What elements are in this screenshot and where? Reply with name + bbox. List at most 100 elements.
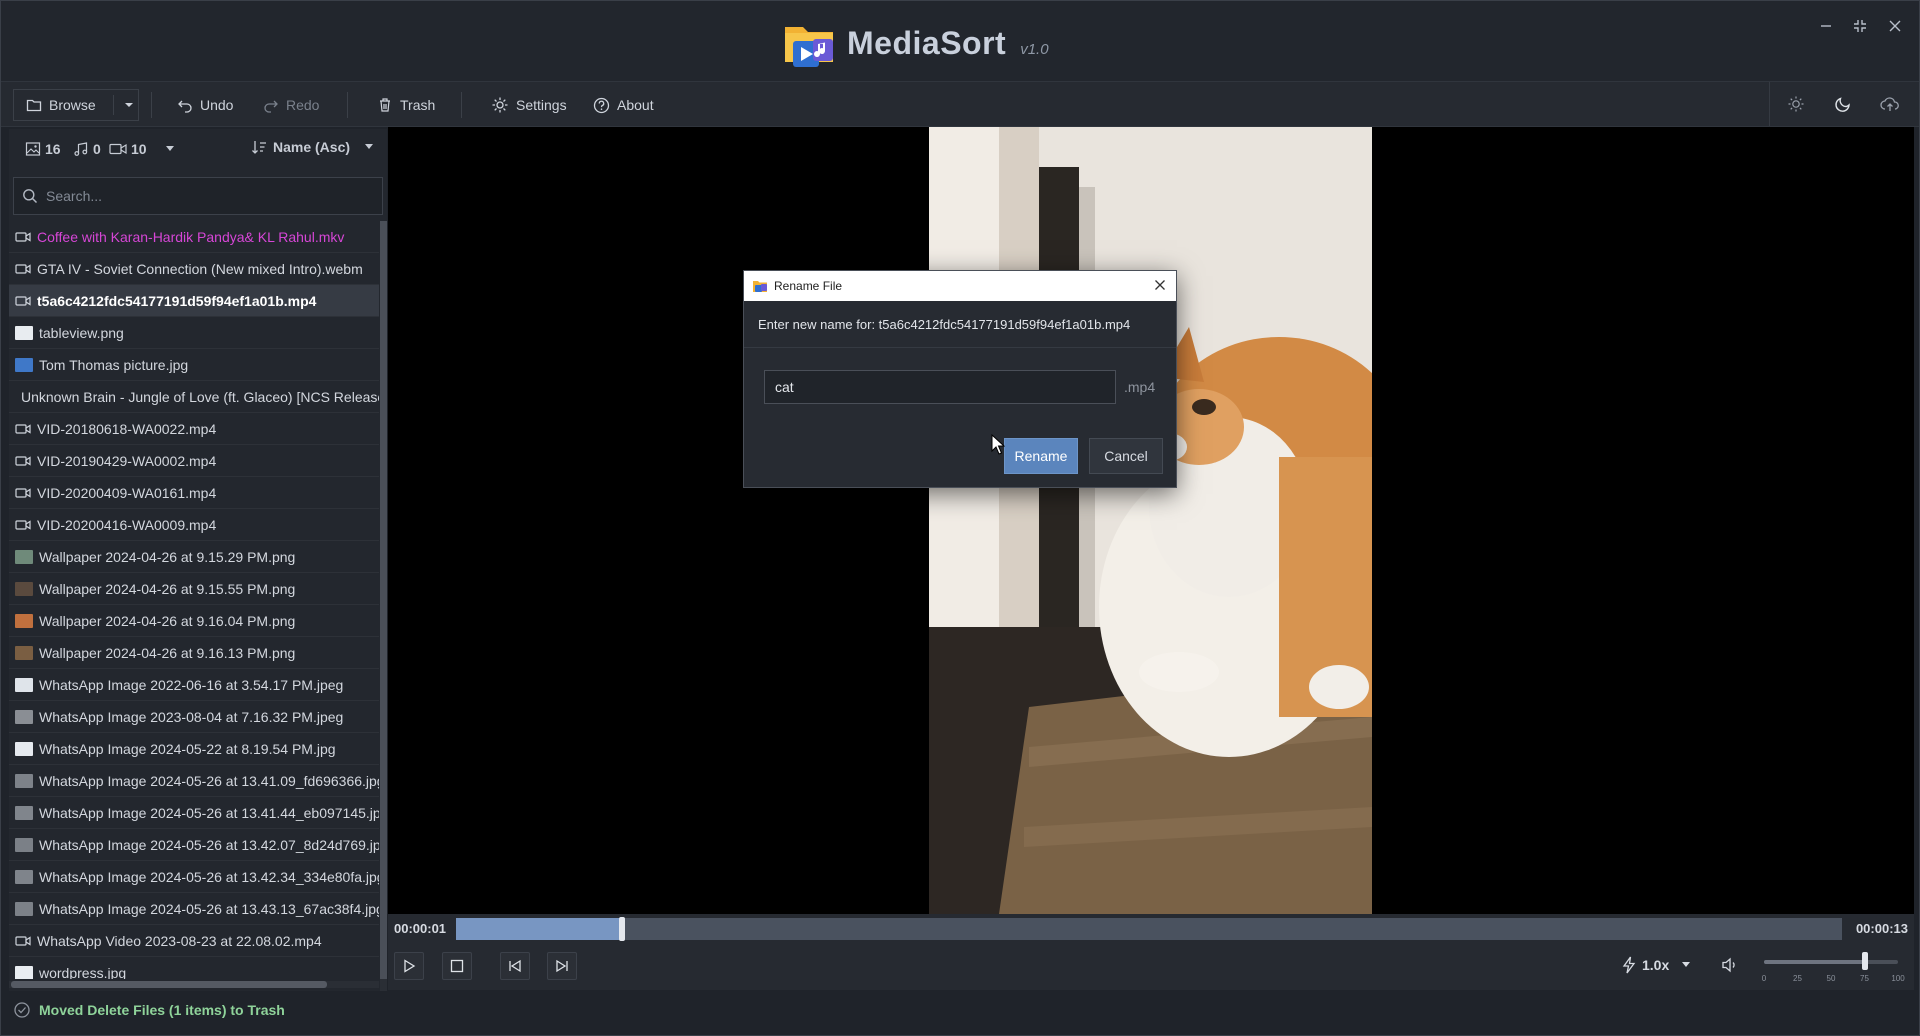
title-bar: MediaSort v1.0 [1, 1, 1919, 81]
file-list-item[interactable]: Tom Thomas picture.jpg [9, 349, 379, 381]
file-list-item[interactable]: wordpress.jpg [9, 957, 379, 979]
scrollbar-thumb[interactable] [380, 221, 387, 979]
skip-back-icon [509, 959, 521, 973]
file-list-item[interactable]: WhatsApp Image 2024-05-26 at 13.42.07_8d… [9, 829, 379, 861]
split-divider [112, 95, 114, 115]
sun-icon [1788, 96, 1804, 112]
previous-button[interactable] [500, 952, 530, 980]
undo-icon [178, 100, 192, 113]
file-list-item[interactable]: VID-20200416-WA0009.mp4 [9, 509, 379, 541]
file-list-item[interactable]: WhatsApp Image 2024-05-22 at 8.19.54 PM.… [9, 733, 379, 765]
toolbar-divider [347, 92, 348, 118]
total-time: 00:00:13 [1855, 921, 1908, 936]
chevron-down-icon[interactable] [165, 145, 175, 153]
file-list-item[interactable]: Wallpaper 2024-04-26 at 9.16.13 PM.png [9, 637, 379, 669]
stop-button[interactable] [442, 952, 472, 980]
file-name: Tom Thomas picture.jpg [39, 356, 189, 373]
file-list-item[interactable]: WhatsApp Image 2022-06-16 at 3.54.17 PM.… [9, 669, 379, 701]
file-name: wordpress.jpg [39, 964, 127, 980]
undo-button[interactable]: Undo [177, 90, 233, 120]
file-list-item[interactable]: WhatsApp Image 2024-05-26 at 13.41.44_eb… [9, 797, 379, 829]
sort-dropdown[interactable]: Name (Asc) [251, 139, 374, 155]
file-name: WhatsApp Image 2022-06-16 at 3.54.17 PM.… [39, 676, 344, 693]
file-name: Wallpaper 2024-04-26 at 9.15.55 PM.png [39, 580, 296, 597]
new-name-input[interactable] [764, 370, 1116, 404]
file-list-item[interactable]: WhatsApp Image 2024-05-26 at 13.43.13_67… [9, 893, 379, 925]
volume-slider[interactable]: 0 25 50 75 100 [1761, 950, 1905, 984]
play-button[interactable] [394, 952, 424, 980]
video-camera-icon [109, 143, 127, 155]
video-player[interactable] [388, 127, 1914, 914]
file-list-item[interactable]: VID-20200409-WA0161.mp4 [9, 477, 379, 509]
file-list-item[interactable]: WhatsApp Image 2024-05-26 at 13.41.09_fd… [9, 765, 379, 797]
scrollbar-thumb[interactable] [11, 981, 327, 988]
file-list-item[interactable]: Coffee with Karan-Hardik Pandya& KL Rahu… [9, 221, 379, 253]
volume-tick-label: 0 [1761, 974, 1767, 983]
file-list-item[interactable]: Wallpaper 2024-04-26 at 9.16.04 PM.png [9, 605, 379, 637]
file-name: t5a6c4212fdc54177191d59f94ef1a01b.mp4 [37, 292, 317, 309]
file-extension: .mp4 [1124, 379, 1156, 395]
file-list-item[interactable]: VID-20190429-WA0002.mp4 [9, 445, 379, 477]
file-list-item[interactable]: Wallpaper 2024-04-26 at 9.15.55 PM.png [9, 573, 379, 605]
chevron-down-icon[interactable] [123, 99, 135, 111]
file-list-item[interactable]: WhatsApp Video 2023-08-23 at 22.08.02.mp… [9, 925, 379, 957]
file-list-vertical-scrollbar[interactable] [380, 221, 387, 991]
image-thumbnail [15, 773, 33, 788]
file-list-item[interactable]: GTA IV - Soviet Connection (New mixed In… [9, 253, 379, 285]
app-name: MediaSort [847, 24, 1007, 61]
file-name: VID-20180618-WA0022.mp4 [37, 420, 217, 437]
mouse-cursor-icon [991, 433, 1006, 461]
chevron-down-icon [1682, 962, 1691, 967]
file-list-item[interactable]: WhatsApp Image 2023-08-04 at 7.16.32 PM.… [9, 701, 379, 733]
browse-button[interactable]: Browse [13, 89, 139, 121]
file-name: tableview.png [39, 324, 124, 341]
video-file-icon [15, 423, 31, 434]
file-name: VID-20190429-WA0002.mp4 [37, 452, 217, 469]
file-list-item[interactable]: Wallpaper 2024-04-26 at 9.15.29 PM.png [9, 541, 379, 573]
image-filter[interactable]: 16 [25, 141, 61, 157]
file-name: Wallpaper 2024-04-26 at 9.16.04 PM.png [39, 612, 296, 629]
about-button[interactable]: About [593, 90, 654, 120]
restore-button[interactable] [1849, 15, 1871, 37]
image-count: 16 [45, 141, 61, 157]
search-input[interactable] [46, 188, 366, 204]
video-filter[interactable]: 10 [109, 141, 147, 157]
audio-filter[interactable]: 0 [73, 141, 101, 157]
audio-count: 0 [93, 141, 101, 157]
seek-slider[interactable] [456, 917, 1842, 941]
redo-button[interactable]: Redo [263, 90, 319, 120]
dialog-close-button[interactable] [1152, 277, 1168, 293]
file-list-item[interactable]: Unknown Brain - Jungle of Love (ft. Glac… [9, 381, 379, 413]
file-list-item[interactable]: t5a6c4212fdc54177191d59f94ef1a01b.mp4 [9, 285, 379, 317]
cancel-button[interactable]: Cancel [1089, 438, 1163, 474]
rename-prompt: Enter new name for: t5a6c4212fdc54177191… [758, 317, 1131, 332]
file-name: Wallpaper 2024-04-26 at 9.15.29 PM.png [39, 548, 296, 565]
mute-button[interactable] [1721, 956, 1739, 979]
minimize-button[interactable] [1815, 15, 1837, 37]
file-sidebar: 16 0 10 Name (Asc) Coffee with Karan-Har… [9, 129, 387, 991]
light-theme-button[interactable] [1784, 92, 1808, 116]
file-list-item[interactable]: tableview.png [9, 317, 379, 349]
speed-dropdown[interactable]: 1.0x [1622, 956, 1691, 974]
image-thumbnail [15, 741, 33, 756]
seek-handle[interactable] [619, 917, 626, 941]
video-file-icon [15, 487, 31, 498]
seek-progress [456, 918, 623, 940]
close-window-button[interactable] [1884, 15, 1906, 37]
file-list-item[interactable]: VID-20180618-WA0022.mp4 [9, 413, 379, 445]
file-list-horizontal-scrollbar[interactable] [9, 981, 379, 988]
redo-icon [264, 100, 278, 113]
image-thumbnail [15, 357, 33, 372]
settings-button[interactable]: Settings [491, 90, 567, 120]
trash-button[interactable]: Trash [377, 90, 435, 120]
gear-icon [492, 97, 508, 113]
next-button[interactable] [547, 952, 577, 980]
image-thumbnail [15, 965, 33, 979]
volume-handle[interactable] [1861, 952, 1868, 970]
cloud-sync-button[interactable] [1878, 92, 1902, 116]
file-list-item[interactable]: WhatsApp Image 2024-05-26 at 13.42.34_33… [9, 861, 379, 893]
rename-button[interactable]: Rename [1004, 438, 1078, 474]
file-name: WhatsApp Image 2024-05-26 at 13.41.09_fd… [39, 772, 379, 789]
image-thumbnail [15, 837, 33, 852]
dark-theme-button[interactable] [1831, 92, 1855, 116]
